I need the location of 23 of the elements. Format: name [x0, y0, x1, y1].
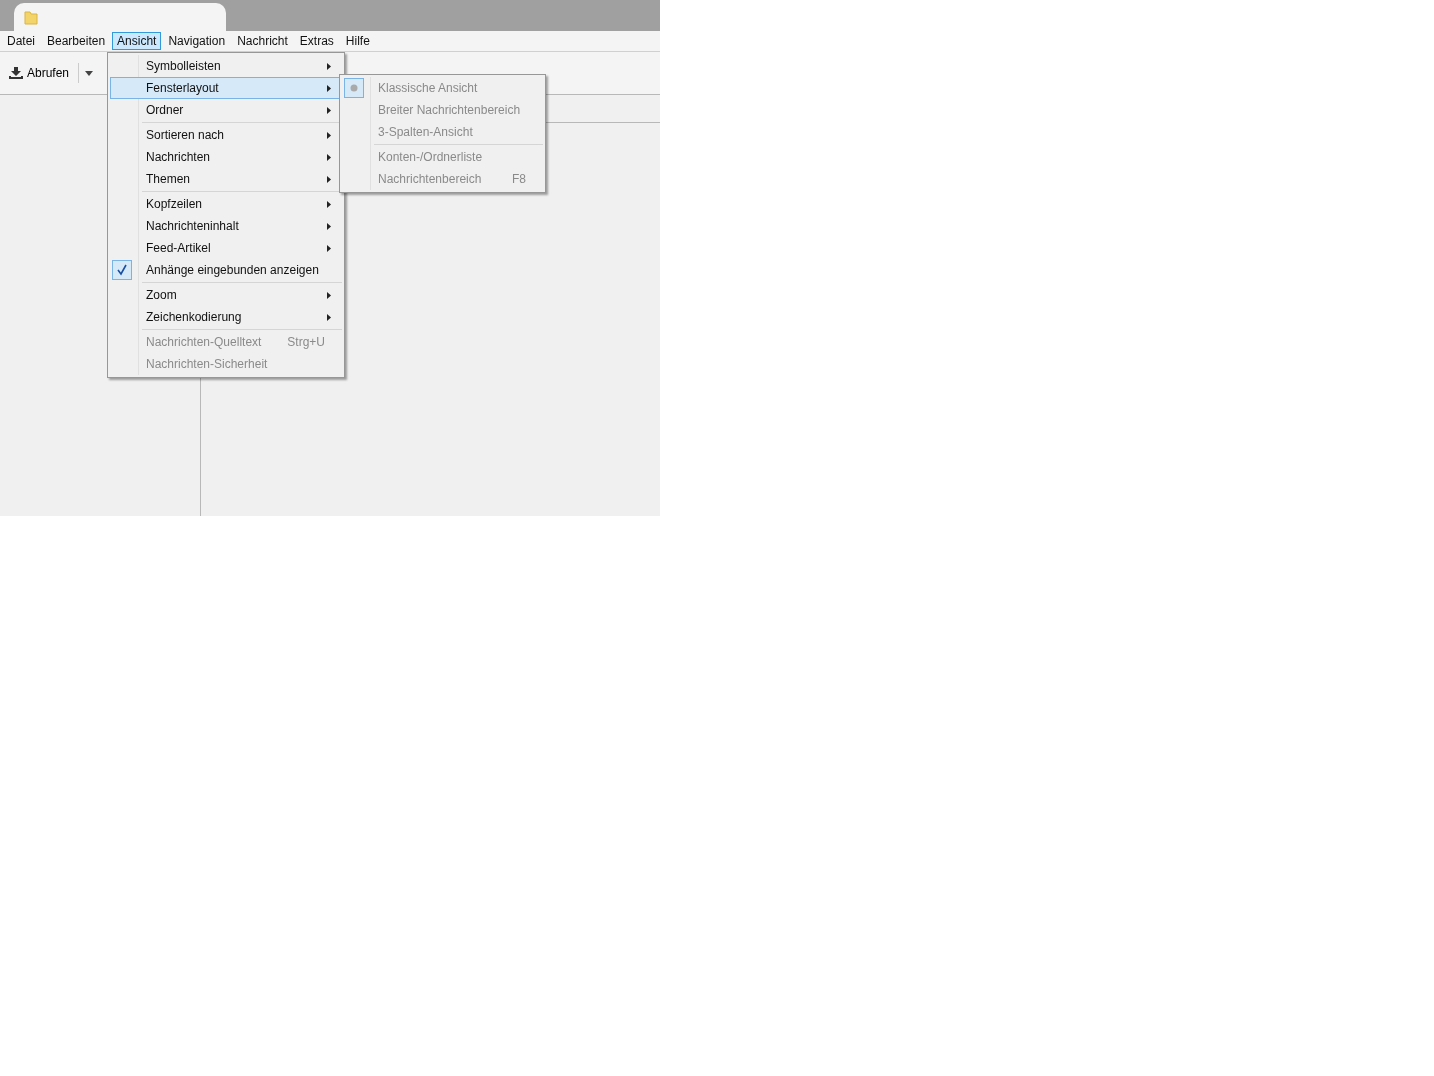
menu-item[interactable]: Feed-Artikel [110, 237, 342, 259]
menu-item[interactable]: Nachrichteninhalt [110, 215, 342, 237]
get-messages-button[interactable]: Abrufen [6, 64, 73, 82]
download-icon [9, 67, 23, 79]
menu-item[interactable]: Themen [110, 168, 342, 190]
folder-icon [24, 9, 38, 25]
menu-item[interactable]: Nachrichten [110, 146, 342, 168]
menu-bar-item[interactable]: Hilfe [340, 32, 375, 50]
menu-item[interactable]: Anhänge eingebunden anzeigen [110, 259, 342, 281]
menu-item[interactable]: Fensterlayout [110, 77, 342, 99]
menu-bar-item[interactable]: Nachricht [232, 32, 293, 50]
menu-item[interactable]: Kopfzeilen [110, 193, 342, 215]
menu-item[interactable]: Zeichenkodierung [110, 306, 342, 328]
menu-item[interactable]: Symbolleisten [110, 55, 342, 77]
menu-bar-item[interactable]: Bearbeiten [42, 32, 111, 50]
menu-item[interactable]: Ordner [110, 99, 342, 121]
dropdown-caret-icon[interactable] [85, 70, 94, 76]
menu-item[interactable]: Sortieren nach [110, 124, 342, 146]
menu-item[interactable]: Zoom [110, 284, 342, 306]
menu-bar-item[interactable]: Extras [294, 32, 339, 50]
menu-bar-item[interactable]: Navigation [163, 32, 231, 50]
menu-bar-item[interactable]: Datei [2, 32, 40, 50]
menu-bar-item[interactable]: Ansicht [112, 32, 162, 50]
